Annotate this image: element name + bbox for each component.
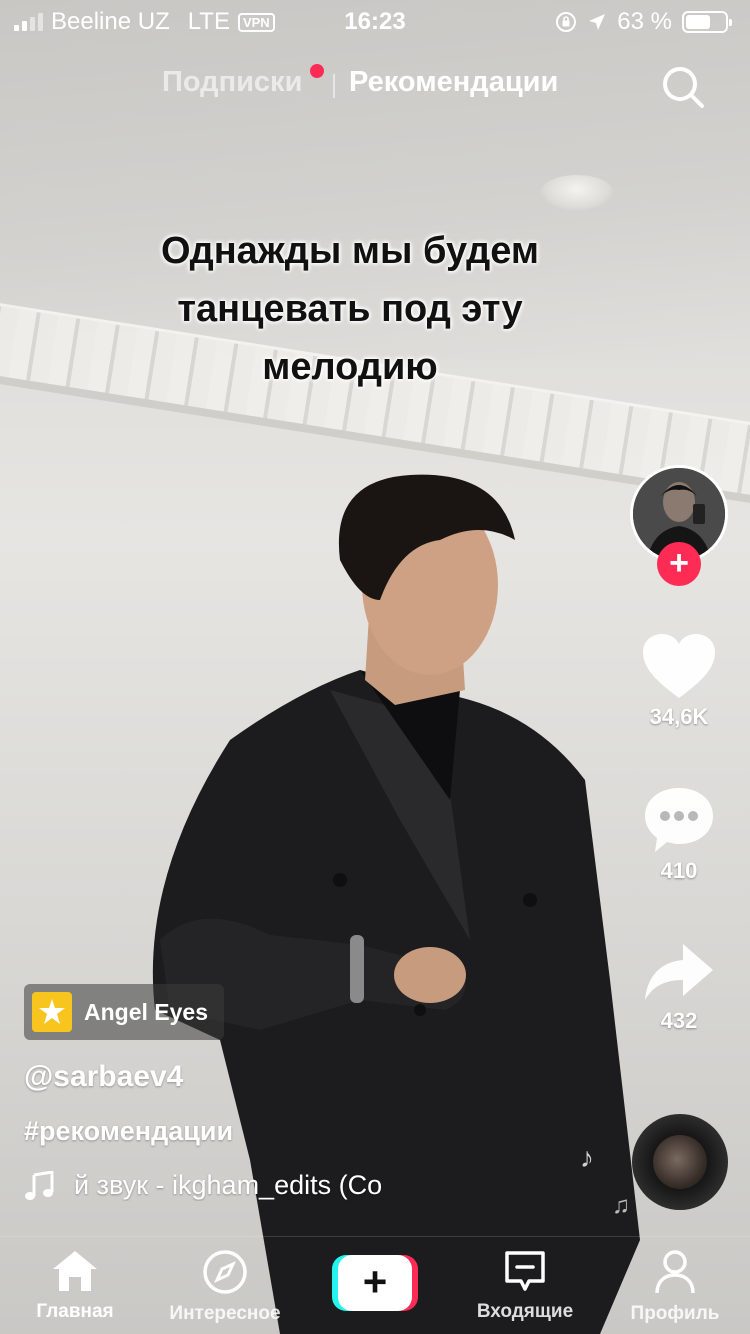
creator-username[interactable]: @sarbaev4 — [24, 1060, 183, 1094]
share-icon — [645, 944, 713, 1000]
tab-create[interactable]: + — [300, 1249, 450, 1311]
music-disc[interactable] — [632, 1114, 728, 1210]
tab-label: Входящие — [476, 1301, 574, 1322]
music-disc-cover — [653, 1135, 707, 1189]
comment-icon — [645, 788, 713, 852]
video-overlay-text: Однажды мы будем танцевать под эту мелод… — [160, 230, 540, 388]
plus-icon: + — [338, 1255, 412, 1311]
inbox-icon — [505, 1251, 545, 1291]
bottom-tab-bar: Главная Интересное + Входящие Профиль — [0, 1236, 750, 1334]
hashtag-link[interactable]: #рекомендации — [24, 1116, 233, 1147]
tab-following[interactable]: Подписки — [162, 66, 302, 99]
tab-label: Главная — [36, 1301, 114, 1322]
location-icon — [589, 14, 606, 30]
profile-icon — [655, 1250, 695, 1294]
action-rail: + 34,6K 410 432 ♪ ♫ — [580, 0, 750, 1334]
tab-label: Интересное — [169, 1303, 281, 1324]
heart-icon — [643, 634, 715, 698]
share-count: 432 — [660, 1008, 698, 1033]
effect-chip[interactable]: Angel Eyes — [24, 984, 224, 1040]
tab-label: Профиль — [630, 1303, 720, 1324]
share-button[interactable]: 432 — [620, 940, 738, 1034]
music-info[interactable]: й звук - ikgham_edits (Co — [24, 1170, 414, 1201]
like-count: 34,6K — [649, 704, 709, 729]
tab-profile[interactable]: Профиль — [600, 1249, 750, 1325]
tab-divider — [333, 74, 335, 98]
music-note-icon: ♫ — [612, 1192, 630, 1219]
tab-discover[interactable]: Интересное — [150, 1249, 300, 1325]
like-button[interactable]: 34,6K — [620, 632, 738, 730]
effect-icon — [32, 992, 72, 1032]
tab-home[interactable]: Главная — [0, 1249, 150, 1323]
music-note-icon: ♪ — [580, 1142, 594, 1173]
tab-for-you[interactable]: Рекомендации — [349, 66, 558, 99]
create-button[interactable]: + — [332, 1255, 418, 1311]
compass-icon — [203, 1250, 247, 1294]
comment-count: 410 — [660, 858, 698, 883]
tab-inbox[interactable]: Входящие — [450, 1249, 600, 1323]
plus-icon: + — [669, 544, 689, 582]
follow-button[interactable]: + — [657, 542, 701, 586]
effect-label: Angel Eyes — [84, 998, 208, 1025]
music-title: й звук - ikgham_edits (Co — [74, 1170, 383, 1200]
notification-dot — [310, 64, 324, 78]
home-icon — [53, 1251, 97, 1291]
rotation-lock-icon — [556, 12, 577, 32]
comment-button[interactable]: 410 — [620, 786, 738, 884]
music-note-icon — [25, 1170, 54, 1200]
